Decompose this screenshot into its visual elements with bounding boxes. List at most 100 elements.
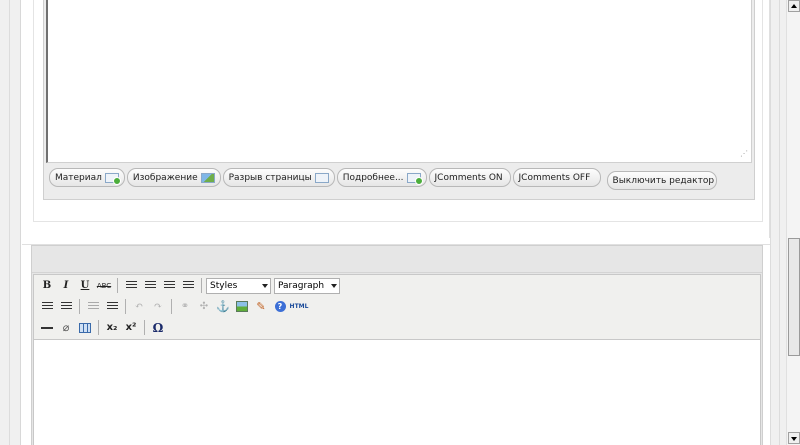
upper-panel: ⋰ Материал Изображение Разрыв страницы П… (22, 0, 770, 238)
image-button[interactable]: Изображение (126, 168, 221, 187)
undo-icon: ↶ (134, 301, 144, 312)
scroll-down-button[interactable] (788, 432, 800, 444)
bold-button[interactable]: B (38, 277, 56, 295)
subscript-icon: x₂ (106, 322, 118, 333)
resize-grip-icon[interactable]: ⋰ (738, 149, 748, 159)
undo-button[interactable]: ↶ (130, 298, 148, 316)
vertical-scrollbar[interactable] (786, 0, 800, 445)
special-char-button[interactable]: Ω (149, 319, 167, 337)
superscript-button[interactable]: x² (122, 319, 140, 337)
underline-button[interactable]: U (76, 277, 94, 295)
image-button-label: Изображение (132, 172, 198, 183)
readmore-button[interactable]: Подробнее... (336, 168, 427, 187)
italic-button[interactable]: I (57, 277, 75, 295)
link-button[interactable]: ⚭ (176, 298, 194, 316)
unlink-button[interactable]: ✣ (195, 298, 213, 316)
arrow-down-icon (791, 437, 797, 441)
align-justify-button[interactable] (179, 277, 197, 295)
left-gutter (0, 0, 21, 445)
article-button[interactable]: Материал (49, 168, 125, 187)
remove-format-button[interactable]: ⌀ (57, 319, 75, 337)
jcomments-off-label: JComments OFF (518, 172, 591, 183)
tinymce-content-area[interactable] (34, 339, 760, 445)
help-icon: ? (274, 301, 286, 312)
scroll-thumb[interactable] (788, 238, 800, 356)
jcomments-on-button[interactable]: JComments ON (428, 168, 511, 187)
lower-editor-container: B I U ABC Styles Paragraph ↶ ↷ ⚭ ✣ ⚓ ✎ ?… (31, 245, 763, 445)
pagebreak-icon (314, 172, 329, 183)
tinymce-editor: B I U ABC Styles Paragraph ↶ ↷ ⚭ ✣ ⚓ ✎ ?… (33, 274, 761, 445)
html-button[interactable]: HTML (289, 298, 309, 316)
strikethrough-button[interactable]: ABC (95, 277, 113, 295)
pagebreak-button-label: Разрыв страницы (228, 172, 312, 183)
toolbar-separator (125, 299, 126, 314)
editor-frame: ⋰ Материал Изображение Разрыв страницы П… (43, 0, 755, 200)
scroll-up-button[interactable] (788, 0, 800, 12)
image-icon (200, 172, 215, 183)
html-icon: HTML (289, 303, 309, 310)
arrow-up-icon (791, 4, 797, 8)
styles-select-value: Styles (210, 280, 238, 291)
editor-textarea[interactable]: ⋰ (46, 0, 752, 163)
upper-editor-container: ⋰ Материал Изображение Разрыв страницы П… (33, 0, 763, 222)
toolbar-separator (79, 299, 80, 314)
toolbar-separator (144, 320, 145, 335)
toolbar-separator (171, 299, 172, 314)
indent-icon (106, 302, 118, 311)
image-insert-icon (236, 301, 248, 312)
bullet-list-button[interactable] (38, 298, 56, 316)
styles-select[interactable]: Styles (206, 277, 271, 294)
anchor-button[interactable]: ⚓ (214, 298, 232, 316)
article-icon (104, 172, 121, 185)
outdent-icon (87, 302, 99, 311)
align-center-icon (144, 281, 156, 290)
toolbar-row-2: ↶ ↷ ⚭ ✣ ⚓ ✎ ? HTML (34, 296, 760, 317)
numbered-list-button[interactable] (57, 298, 75, 316)
redo-icon: ↷ (153, 301, 163, 312)
outdent-button[interactable] (84, 298, 102, 316)
bullet-list-icon (41, 302, 53, 311)
toolbar-row-1: B I U ABC Styles Paragraph (34, 275, 760, 296)
eraser-icon: ⌀ (62, 321, 70, 334)
numbered-list-icon (60, 302, 72, 311)
help-button[interactable]: ? (271, 298, 289, 316)
jcomments-off-button[interactable]: JComments OFF (512, 168, 601, 187)
toolbar-separator (201, 278, 202, 293)
editor-extension-buttons: Материал Изображение Разрыв страницы Под… (49, 168, 717, 190)
pagebreak-button[interactable]: Разрыв страницы (222, 168, 335, 187)
toolbar-separator (98, 320, 99, 335)
brush-icon: ✎ (256, 300, 266, 313)
toolbar-row-3: ⌀ x₂ x² Ω (34, 317, 760, 338)
link-icon: ⚭ (180, 301, 190, 312)
cleanup-button[interactable]: ✎ (252, 298, 270, 316)
indent-button[interactable] (103, 298, 121, 316)
chevron-down-icon (262, 283, 268, 288)
format-select[interactable]: Paragraph (274, 277, 340, 294)
align-left-icon (125, 281, 137, 290)
readmore-button-label: Подробнее... (342, 172, 404, 183)
readmore-icon (406, 172, 423, 185)
superscript-icon: x² (125, 322, 137, 333)
toggle-editor-label: Выключить редактор (612, 175, 715, 186)
lower-panel: B I U ABC Styles Paragraph ↶ ↷ ⚭ ✣ ⚓ ✎ ?… (22, 244, 770, 445)
format-select-value: Paragraph (278, 280, 325, 291)
right-gutter (770, 0, 786, 445)
align-justify-icon (182, 281, 194, 290)
toggle-editor-button[interactable]: Выключить редактор (606, 171, 717, 190)
redo-button[interactable]: ↷ (149, 298, 167, 316)
align-center-button[interactable] (141, 277, 159, 295)
align-right-icon (163, 281, 175, 290)
visual-aid-button[interactable] (76, 319, 94, 337)
align-right-button[interactable] (160, 277, 178, 295)
jcomments-on-label: JComments ON (434, 172, 503, 183)
unlink-icon: ✣ (199, 301, 209, 312)
toolbar-separator (117, 278, 118, 293)
horizontal-rule-icon (41, 326, 53, 329)
insert-image-button[interactable] (233, 298, 251, 316)
table-icon (79, 322, 91, 333)
subscript-button[interactable]: x₂ (103, 319, 121, 337)
anchor-icon: ⚓ (216, 300, 230, 313)
omega-icon: Ω (152, 320, 164, 335)
horizontal-rule-button[interactable] (38, 319, 56, 337)
align-left-button[interactable] (122, 277, 140, 295)
